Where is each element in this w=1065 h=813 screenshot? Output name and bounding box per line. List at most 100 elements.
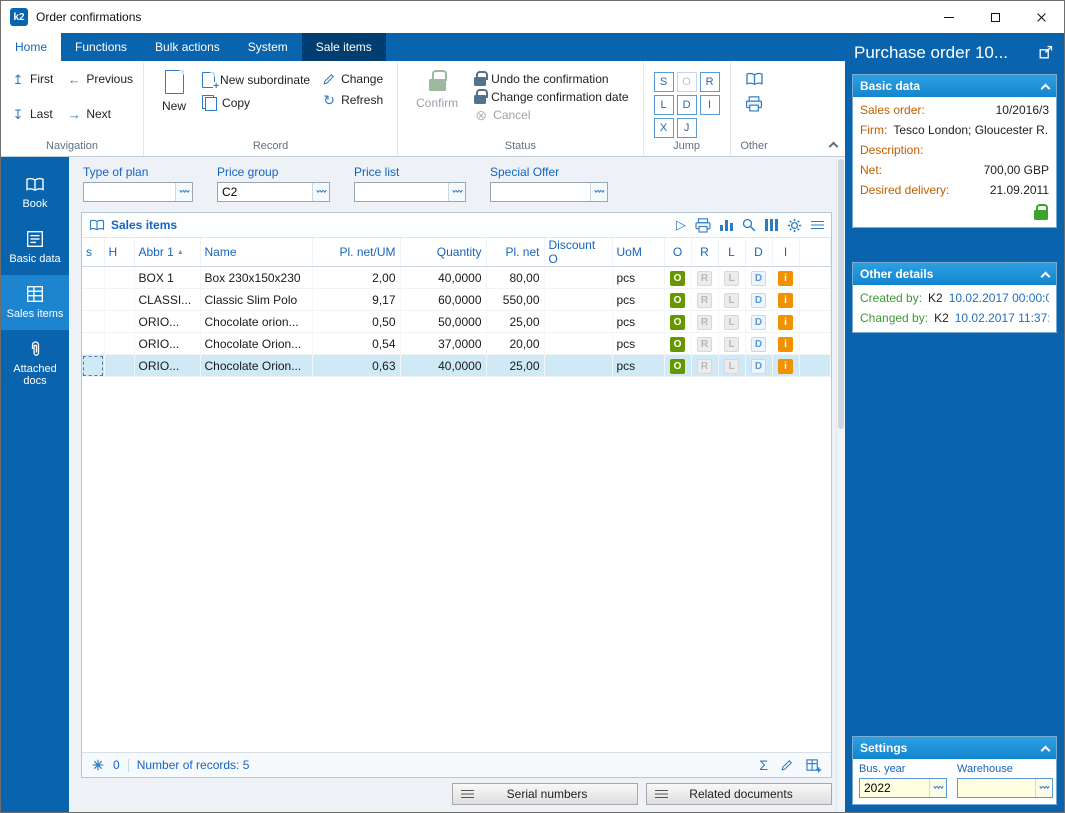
edit-button[interactable] — [780, 758, 794, 772]
col-quantity[interactable]: Quantity — [400, 238, 487, 267]
col-h[interactable]: H — [104, 238, 135, 267]
confirm-button[interactable]: Confirm — [406, 64, 468, 110]
col-s[interactable]: s — [82, 238, 105, 267]
col-d[interactable]: D — [745, 238, 773, 267]
related-documents-button[interactable]: Related documents — [646, 783, 832, 805]
col-uom[interactable]: UoM — [612, 238, 665, 267]
jump-r-button[interactable]: R — [699, 72, 720, 92]
col-pl-net[interactable]: Pl. net — [486, 238, 545, 267]
field-description: Description: — [860, 140, 1049, 160]
close-button[interactable] — [1018, 1, 1064, 33]
new-subordinate-button[interactable]: New subordinate — [202, 72, 310, 91]
tab-sale-items[interactable]: Sale items — [301, 33, 386, 61]
jump-l-button[interactable]: L — [653, 95, 674, 115]
search-button[interactable] — [742, 218, 756, 232]
col-abbr[interactable]: Abbr 1 ▲ — [134, 238, 201, 267]
col-r[interactable]: R — [691, 238, 719, 267]
grid-settings-button[interactable] — [787, 218, 802, 233]
panel-title-row: Purchase order 10... — [852, 37, 1057, 74]
open-in-window-button[interactable] — [1037, 43, 1055, 64]
dropdown-chevrons-icon — [451, 190, 463, 193]
price-group-input[interactable] — [218, 183, 312, 201]
type-of-plan-dropdown-button[interactable] — [175, 183, 192, 201]
col-name[interactable]: Name — [200, 238, 313, 267]
columns-button[interactable] — [765, 219, 778, 231]
settings-header[interactable]: Settings — [853, 737, 1056, 759]
table-row-selected[interactable]: ORIO... Chocolate Orion... 0,63 40,0000 … — [82, 354, 831, 377]
ribbon-group-status: Confirm Undo the confirmation Change con… — [398, 61, 644, 156]
change-button[interactable]: Change — [322, 72, 383, 86]
refresh-button[interactable]: ↻ Refresh — [322, 93, 384, 108]
previous-button[interactable]: ← Previous — [67, 72, 133, 86]
new-document-icon — [164, 70, 184, 94]
jump-s-button[interactable]: S — [653, 72, 674, 92]
book-view-button[interactable] — [745, 72, 764, 87]
tab-functions[interactable]: Functions — [61, 33, 141, 61]
warehouse-dropdown-button[interactable] — [1035, 779, 1052, 797]
sidebar-item-book[interactable]: Book — [1, 167, 69, 220]
copy-button[interactable]: Copy — [202, 95, 310, 111]
run-button[interactable]: ▷ — [676, 217, 686, 233]
print-grid-button[interactable] — [695, 217, 711, 233]
price-list-dropdown-button[interactable] — [448, 183, 465, 201]
change-label: Change — [341, 72, 384, 86]
warehouse-input[interactable] — [958, 779, 1035, 797]
minimize-button[interactable] — [926, 1, 972, 33]
sum-button[interactable]: Σ — [759, 757, 768, 773]
col-i[interactable]: I — [772, 238, 800, 267]
new-grid-window-button[interactable] — [806, 758, 822, 773]
cancel-button[interactable]: ⊗ Cancel — [474, 108, 628, 123]
sidebar-item-attached-docs[interactable]: Attached docs — [1, 330, 69, 397]
last-button[interactable]: ↧ Last — [11, 107, 53, 121]
new-button[interactable]: New — [152, 64, 196, 113]
refresh-label: Refresh — [341, 93, 384, 107]
price-group-dropdown-button[interactable] — [312, 183, 329, 201]
tab-bulk-actions[interactable]: Bulk actions — [141, 33, 234, 61]
col-pl-net-um[interactable]: Pl. net/UM — [312, 238, 401, 267]
tab-home[interactable]: Home — [1, 33, 62, 61]
jump-j-button[interactable]: J — [676, 118, 697, 138]
jump-d-button[interactable]: D — [676, 95, 697, 115]
bus-year-dropdown-button[interactable] — [929, 779, 946, 797]
table-row[interactable]: ORIO... Chocolate Orion... 0,54 37,0000 … — [82, 332, 831, 355]
field-bus-year: Bus. year — [859, 763, 947, 798]
jump-i-button[interactable]: I — [699, 95, 720, 115]
jump-x-button[interactable]: X — [653, 118, 674, 138]
price-list-input[interactable] — [355, 183, 448, 201]
book-icon — [26, 177, 44, 191]
scrollbar-thumb[interactable] — [838, 159, 844, 429]
undo-confirmation-button[interactable]: Undo the confirmation — [474, 70, 628, 86]
change-confirmation-date-button[interactable]: Change confirmation date — [474, 88, 629, 104]
sidebar-item-basic-data[interactable]: Basic data — [1, 220, 69, 275]
columns-icon — [765, 219, 778, 231]
table-row[interactable]: CLASSI... Classic Slim Polo 9,17 60,0000… — [82, 288, 831, 311]
status-badge: R — [697, 358, 712, 374]
type-of-plan-input[interactable] — [84, 183, 175, 201]
special-offer-dropdown-button[interactable] — [590, 183, 607, 201]
special-offer-input[interactable] — [491, 183, 590, 201]
col-discount[interactable]: Discount O — [544, 238, 613, 267]
chart-button[interactable] — [720, 219, 733, 231]
maximize-button[interactable] — [972, 1, 1018, 33]
first-button[interactable]: ↥ First — [11, 72, 54, 86]
bus-year-input[interactable] — [860, 779, 929, 797]
sidebar-item-sales-items[interactable]: Sales items — [1, 275, 69, 330]
col-o[interactable]: O — [664, 238, 692, 267]
tab-system[interactable]: System — [234, 33, 302, 61]
print-button[interactable] — [745, 96, 763, 112]
serial-numbers-button[interactable]: Serial numbers — [452, 783, 638, 805]
table-row[interactable]: BOX 1 Box 230x150x230 2,00 40,0000 80,00… — [82, 266, 831, 289]
basic-data-header[interactable]: Basic data — [853, 75, 1056, 97]
other-details-body: Created by: K2 10.02.2017 00:00:00 Chang… — [853, 285, 1056, 332]
next-button[interactable]: → Next — [67, 107, 133, 121]
jump-o-button[interactable]: O — [676, 72, 697, 92]
filter-price-list: Price list — [354, 165, 466, 202]
table-row[interactable]: ORIO... Chocolate orion... 0,50 50,0000 … — [82, 310, 831, 333]
field-net: Net: 700,00 GBP — [860, 160, 1049, 180]
collapse-ribbon-button[interactable] — [828, 138, 839, 153]
filter-label: Type of plan — [83, 165, 149, 179]
grid-menu-button[interactable] — [811, 220, 824, 230]
other-details-header[interactable]: Other details — [853, 263, 1056, 285]
basic-data-header-label: Basic data — [860, 79, 921, 93]
col-l[interactable]: L — [718, 238, 746, 267]
